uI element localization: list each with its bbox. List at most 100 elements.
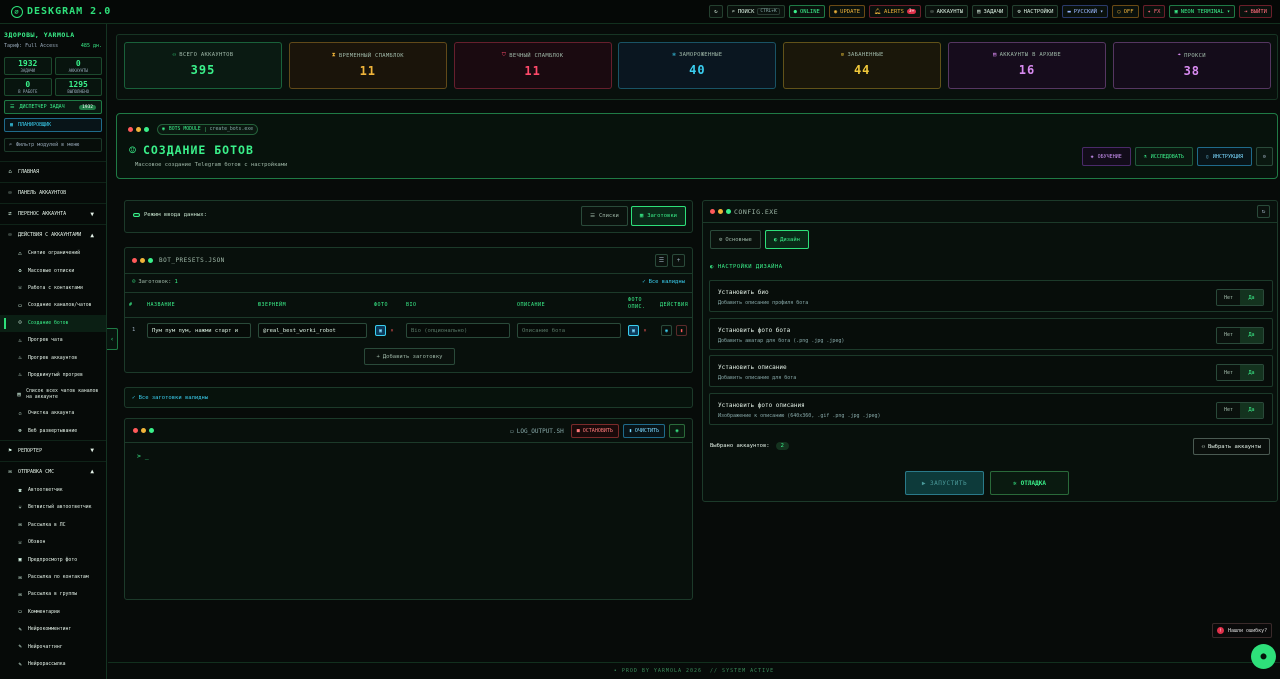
summary-card[interactable]: ▤ АККАУНТЫ В АРХИВЕ 16 — [948, 42, 1106, 89]
plus-icon: + — [676, 257, 681, 264]
sidebar-subitem[interactable]: ♨ Продвинутый прогрев — [0, 367, 106, 384]
option-yes-button[interactable]: Да — [1240, 402, 1263, 418]
sidebar-subitem[interactable]: ☎ Автоответчик — [0, 482, 106, 499]
tasks-button[interactable]: ▤ ЗАДАЧИ — [972, 5, 1009, 18]
sidebar-item-reporter[interactable]: ⚑ РЕПОРТЕР ▼ — [0, 439, 106, 461]
log-view-button[interactable]: ◉ — [669, 424, 685, 438]
option-yes-button[interactable]: Да — [1240, 290, 1263, 305]
settings-button[interactable]: ⚙ НАСТРОЙКИ — [1012, 5, 1059, 18]
sidebar-subitem[interactable]: ♺ Снятие ограничений — [0, 245, 106, 262]
preset-bio-input[interactable]: Bio (опционально) — [406, 323, 510, 338]
sidebar-subitem[interactable]: ▭ Создание каналов/чатов — [0, 297, 106, 314]
add-preset-button[interactable]: + Добавить заготовку — [364, 348, 455, 365]
sidebar-item-home[interactable]: ⌂ ГЛАВНАЯ — [0, 161, 106, 182]
logout-button[interactable]: ⇥ ВЫЙТИ — [1239, 5, 1272, 18]
mode-lists-button[interactable]: ☰ Списки — [581, 206, 628, 226]
sidebar-subitem[interactable]: ☏ Работа с контактами — [0, 280, 106, 297]
app-logo[interactable]: ⌀ DESKGRAM 2.0 — [11, 5, 111, 18]
presets-add-button[interactable]: + — [672, 254, 685, 267]
alerts-button[interactable]: 🔔︎ ALERTS 3+ — [869, 5, 922, 18]
search-icon: ⌕ — [9, 142, 13, 148]
menu-icon: ♨ — [18, 337, 22, 344]
summary-card[interactable]: ✻ ЗАМОРОЖЕННЫЕ 40 — [618, 42, 777, 89]
summary-card[interactable]: ⊘ ЗАБАНЕННЫЕ 44 — [783, 42, 942, 89]
accounts-button[interactable]: ⚇ АККАУНТЫ — [925, 5, 969, 18]
photo-upload-button[interactable]: ▣ — [375, 325, 386, 336]
palette-icon: ▣ — [1174, 8, 1178, 15]
sidebar-subitem[interactable]: ☏ Обзвон — [0, 534, 106, 551]
sidebar-subitem[interactable]: ✉ Рассылка в группы — [0, 586, 106, 603]
window-dots — [710, 209, 731, 214]
option-no-button[interactable]: Нет — [1217, 290, 1240, 305]
scheduler-button[interactable]: ▦ ПЛАНИРОВЩИК — [4, 118, 102, 132]
desc-photo-upload-button[interactable]: ▣ — [628, 325, 639, 336]
preset-description-input[interactable]: Описание бота — [517, 323, 621, 338]
sidebar-subitem[interactable]: ▤ Список всех чатов каналов на аккаунте — [0, 384, 106, 405]
learn-button[interactable]: ◈ ОБУЧЕНИЕ — [1081, 147, 1131, 166]
sidebar-subitem[interactable]: ♻ Массовые отписки — [0, 262, 106, 279]
sidebar-subitem[interactable]: ✎ Нейрорассылка — [0, 656, 106, 673]
chevron-up-icon: ▲ — [90, 231, 94, 239]
fx-toggle[interactable]: ✦ FX — [1142, 5, 1166, 18]
mode-templates-button[interactable]: ▦ Заготовки — [630, 206, 686, 226]
sidebar-subitem[interactable]: ⑂ Ветвистый автоответчик — [0, 499, 106, 516]
tab-design[interactable]: ◐ Дизайн — [764, 230, 809, 249]
chevron-down-icon: ▼ — [90, 447, 94, 455]
debug-button[interactable]: ✲ ОТЛАДКА — [990, 471, 1069, 495]
theme-select[interactable]: ▣ NEON TERMINAL ▾ — [1169, 5, 1236, 18]
stop-icon: ■ — [576, 428, 580, 434]
sidebar-subitem[interactable]: ✉ Рассылка по контактам — [0, 569, 106, 586]
mode-toggle[interactable] — [133, 213, 140, 217]
sidebar-subitem[interactable]: ♲ Очистка аккаунта — [0, 405, 106, 422]
sidebar-subitem[interactable]: ♨ Прогрев чата — [0, 332, 106, 349]
summary-card-title: ПРОКСИ — [1184, 52, 1206, 59]
option-yes-button[interactable]: Да — [1240, 327, 1263, 343]
summary-card[interactable]: ⛉ ВЕЧНЫЙ СПАМБЛОК 11 — [453, 42, 612, 89]
summary-card[interactable]: ⌖ ПРОКСИ 38 — [1112, 42, 1271, 89]
desc-photo-remove-button[interactable]: × — [642, 325, 648, 336]
off-toggle[interactable]: ○ OFF — [1112, 5, 1139, 18]
delete-row-button[interactable]: ▮ — [676, 325, 687, 336]
sidebar-subitem[interactable]: ✉ Рассылка в ЛС — [0, 517, 106, 534]
sidebar-subitem[interactable]: ☺ Создание ботов — [0, 314, 106, 332]
sidebar-subitem[interactable]: ✎ Нейрокомментинг — [0, 621, 106, 638]
presets-list-button[interactable]: ☰ — [655, 254, 668, 267]
refresh-button[interactable]: ↻ — [709, 5, 723, 18]
run-button[interactable]: ▶ ЗАПУСТИТЬ — [905, 471, 984, 495]
sidebar-subitem[interactable]: ⊕ Веб развертывание — [0, 423, 106, 440]
option-no-button[interactable]: Нет — [1217, 327, 1240, 343]
research-button[interactable]: ⚗ ИССЛЕДОВАТЬ — [1134, 147, 1193, 166]
sidebar-subitem[interactable]: ✎ Нейрочаттинг — [0, 638, 106, 655]
select-accounts-button[interactable]: ⚇ Выбрать аккаунты — [1192, 438, 1270, 455]
module-settings-button[interactable]: ⚙ — [1256, 147, 1273, 166]
update-button[interactable]: ◉ UPDATE — [828, 5, 866, 18]
language-select[interactable]: ▬ РУССКИЙ ▾ — [1062, 5, 1109, 18]
sidebar-item-account-transfer[interactable]: ⇄ ПЕРЕНОС АККАУНТА ▼ — [0, 203, 106, 224]
preset-name-input[interactable]: Пум пум пум, нажми старт и — [147, 323, 251, 338]
stop-button[interactable]: ■ ОСТАНОВИТЬ — [570, 424, 619, 438]
module-filter-input[interactable]: ⌕ Фильтр модулей в меню — [4, 138, 102, 152]
option-yes-button[interactable]: Да — [1240, 365, 1263, 380]
task-manager-button[interactable]: ☰ ДИСПЕТЧЕР ЗАДАЧ 1932 — [4, 100, 102, 114]
sidebar-item-account-actions[interactable]: ⚇ ДЕЙСТВИЯ С АККАУНТАМИ ▲ — [0, 224, 106, 245]
tab-main[interactable]: ⚙ Основные — [710, 230, 761, 249]
sidebar-subitem[interactable]: ▭ Комментарии — [0, 604, 106, 621]
preset-username-input[interactable]: @real_best_worki_robot — [258, 323, 367, 338]
photo-remove-button[interactable]: × — [389, 325, 395, 336]
search-button[interactable]: ⌕ ПОИСК CTRL+K — [726, 5, 785, 18]
sidebar-subitem[interactable]: ♨ Прогрев аккаунтов — [0, 349, 106, 366]
report-bug-button[interactable]: ! Нашли ошибку? — [1212, 623, 1273, 638]
option-no-button[interactable]: Нет — [1217, 402, 1240, 418]
chat-button[interactable]: ● — [1251, 644, 1276, 669]
preview-button[interactable]: ◉ — [661, 325, 672, 336]
summary-card[interactable]: ⚇ ВСЕГО АККАУНТОВ 395 — [124, 42, 282, 89]
option-no-button[interactable]: Нет — [1217, 365, 1240, 380]
sidebar-item-send-sms[interactable]: ✉ ОТПРАВКА СМС ▲ — [0, 460, 106, 482]
instruction-button[interactable]: ▯ ИНСТРУКЦИЯ — [1196, 147, 1252, 166]
sidebar-subitem[interactable]: ▣ Предпросмотр фото — [0, 551, 106, 568]
sidebar-item-accounts-panel[interactable]: ⚇ ПАНЕЛЬ АККАУНТОВ — [0, 182, 106, 203]
clear-log-button[interactable]: ▮ ОЧИСТИТЬ — [622, 424, 665, 438]
summary-card[interactable]: ⧗ ВРЕМЕННЫЙ СПАМБЛОК 11 — [288, 42, 447, 89]
summary-cards: ⚇ ВСЕГО АККАУНТОВ 395 ⧗ ВРЕМЕННЫЙ СПАМБЛОК 11… — [116, 34, 1278, 100]
config-refresh-button[interactable]: ↻ — [1257, 205, 1270, 218]
